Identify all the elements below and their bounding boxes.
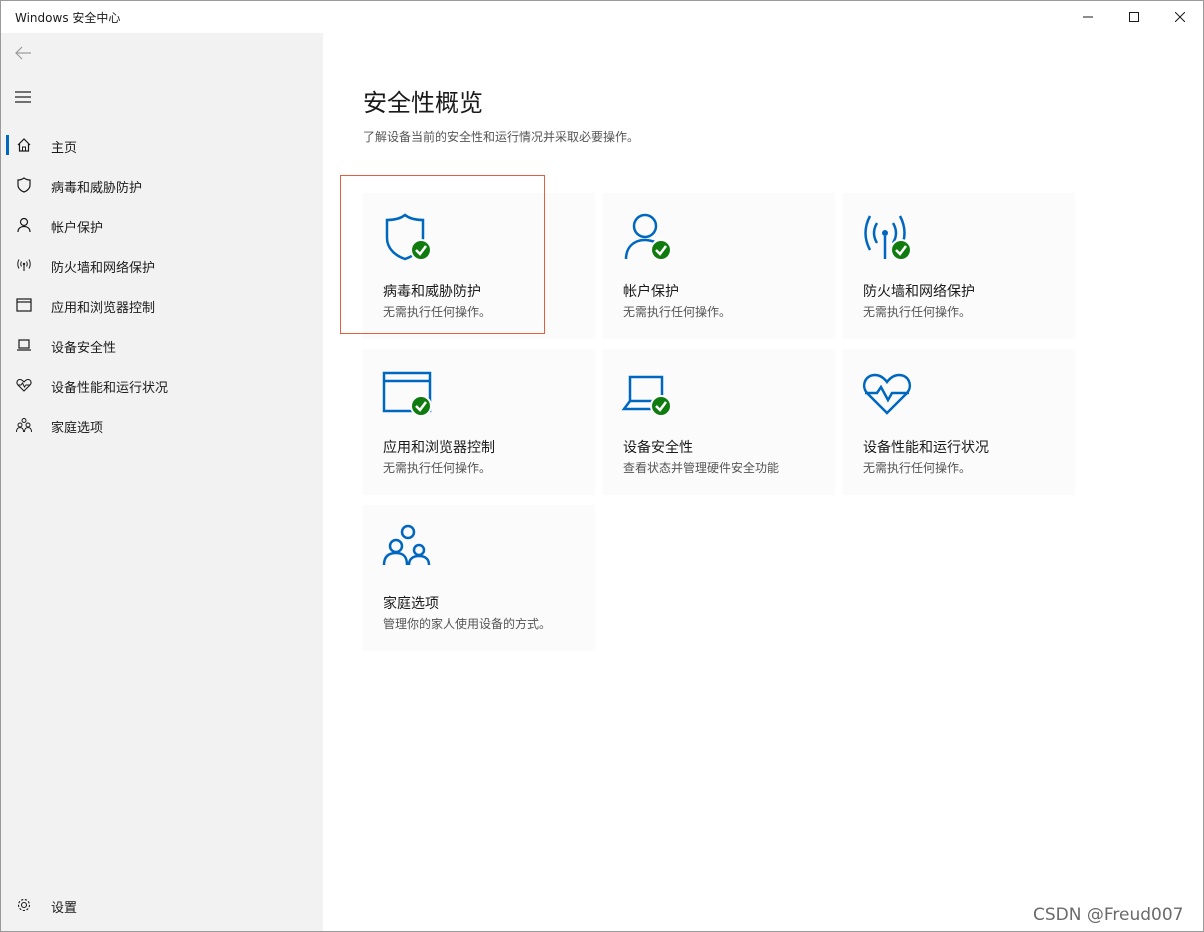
family-icon <box>382 524 431 566</box>
gear-icon <box>15 896 33 914</box>
active-indicator <box>6 135 9 155</box>
maximize-button[interactable] <box>1111 1 1157 33</box>
laptop-check-icon <box>621 375 672 417</box>
sidebar-item-label: 帐户保护 <box>51 221 104 236</box>
watermark: CSDN @Freud007 <box>1033 905 1184 925</box>
tile-family-options[interactable]: 家庭选项 管理你的家人使用设备的方式。 <box>363 505 595 651</box>
back-button[interactable] <box>9 39 37 67</box>
sidebar-item-home[interactable]: 主页 <box>1 125 323 165</box>
tile-description: 无需执行任何操作。 <box>863 461 972 475</box>
family-icon <box>15 416 33 434</box>
shield-icon <box>15 176 33 194</box>
sidebar-item-device-performance[interactable]: 设备性能和运行状况 <box>1 365 323 405</box>
tile-description: 无需执行任何操作。 <box>863 305 972 319</box>
sidebar-item-family-options[interactable]: 家庭选项 <box>1 405 323 445</box>
tile-description: 管理你的家人使用设备的方式。 <box>383 617 552 631</box>
sidebar: 主页 病毒和威胁防护 帐户保护 防火墙和网络保护 应用和浏览器控制 设备安全性 … <box>1 33 323 931</box>
sidebar-item-label: 设置 <box>51 901 78 916</box>
wifi-antenna-icon <box>15 256 33 274</box>
tile-firewall[interactable]: 防火墙和网络保护 无需执行任何操作。 <box>843 193 1075 339</box>
close-icon <box>1175 12 1185 22</box>
app-window: Windows 安全中心 主页 病毒和威胁防护 帐户保护 防火墙和网络保护 应用… <box>0 0 1204 932</box>
sidebar-item-label: 病毒和威胁防护 <box>51 181 143 196</box>
main-content: 安全性概览 了解设备当前的安全性和运行情况并采取必要操作。 病毒和威胁防护 无需… <box>323 33 1203 931</box>
tile-description: 无需执行任何操作。 <box>383 461 492 475</box>
tile-device-performance[interactable]: 设备性能和运行状况 无需执行任何操作。 <box>843 349 1075 495</box>
tile-title: 防火墙和网络保护 <box>863 284 975 300</box>
page-subtitle: 了解设备当前的安全性和运行情况并采取必要操作。 <box>363 130 640 144</box>
sidebar-item-account-protection[interactable]: 帐户保护 <box>1 205 323 245</box>
sidebar-item-label: 设备性能和运行状况 <box>51 381 169 396</box>
heart-pulse-icon <box>15 376 33 394</box>
antenna-check-icon <box>864 215 912 261</box>
person-check-icon <box>624 213 672 261</box>
highlight-annotation-box <box>340 175 545 334</box>
tile-device-security[interactable]: 设备安全性 查看状态并管理硬件安全功能 <box>603 349 835 495</box>
title-bar: Windows 安全中心 <box>1 1 1203 33</box>
tile-description: 无需执行任何操作。 <box>623 305 732 319</box>
sidebar-item-firewall[interactable]: 防火墙和网络保护 <box>1 245 323 285</box>
tile-title: 帐户保护 <box>623 284 679 300</box>
back-arrow-icon <box>15 46 31 60</box>
tile-title: 家庭选项 <box>383 596 439 612</box>
window-title: Windows 安全中心 <box>15 11 121 25</box>
menu-button[interactable] <box>9 83 37 111</box>
laptop-icon <box>15 336 33 354</box>
sidebar-item-label: 家庭选项 <box>51 421 104 436</box>
browser-check-icon <box>382 371 432 417</box>
tile-title: 应用和浏览器控制 <box>383 440 495 456</box>
sidebar-item-virus-protection[interactable]: 病毒和威胁防护 <box>1 165 323 205</box>
sidebar-item-label: 设备安全性 <box>51 341 117 356</box>
sidebar-item-device-security[interactable]: 设备安全性 <box>1 325 323 365</box>
heart-pulse-icon <box>863 373 911 415</box>
tile-title: 设备性能和运行状况 <box>863 440 989 456</box>
tile-app-browser-control[interactable]: 应用和浏览器控制 无需执行任何操作。 <box>363 349 595 495</box>
tile-account-protection[interactable]: 帐户保护 无需执行任何操作。 <box>603 193 835 339</box>
minimize-icon <box>1083 16 1093 18</box>
person-icon <box>15 216 33 234</box>
maximize-icon <box>1129 12 1139 22</box>
sidebar-item-label: 主页 <box>51 141 78 156</box>
sidebar-item-settings[interactable]: 设置 <box>1 885 323 925</box>
sidebar-item-label: 防火墙和网络保护 <box>51 261 156 276</box>
close-button[interactable] <box>1157 1 1203 33</box>
hamburger-icon <box>15 91 31 103</box>
minimize-button[interactable] <box>1065 1 1111 33</box>
tile-description: 查看状态并管理硬件安全功能 <box>623 461 780 475</box>
tile-title: 设备安全性 <box>623 440 693 456</box>
browser-window-icon <box>15 296 33 314</box>
page-title: 安全性概览 <box>363 89 483 117</box>
home-icon <box>15 136 33 154</box>
sidebar-item-app-browser-control[interactable]: 应用和浏览器控制 <box>1 285 323 325</box>
sidebar-item-label: 应用和浏览器控制 <box>51 301 156 316</box>
